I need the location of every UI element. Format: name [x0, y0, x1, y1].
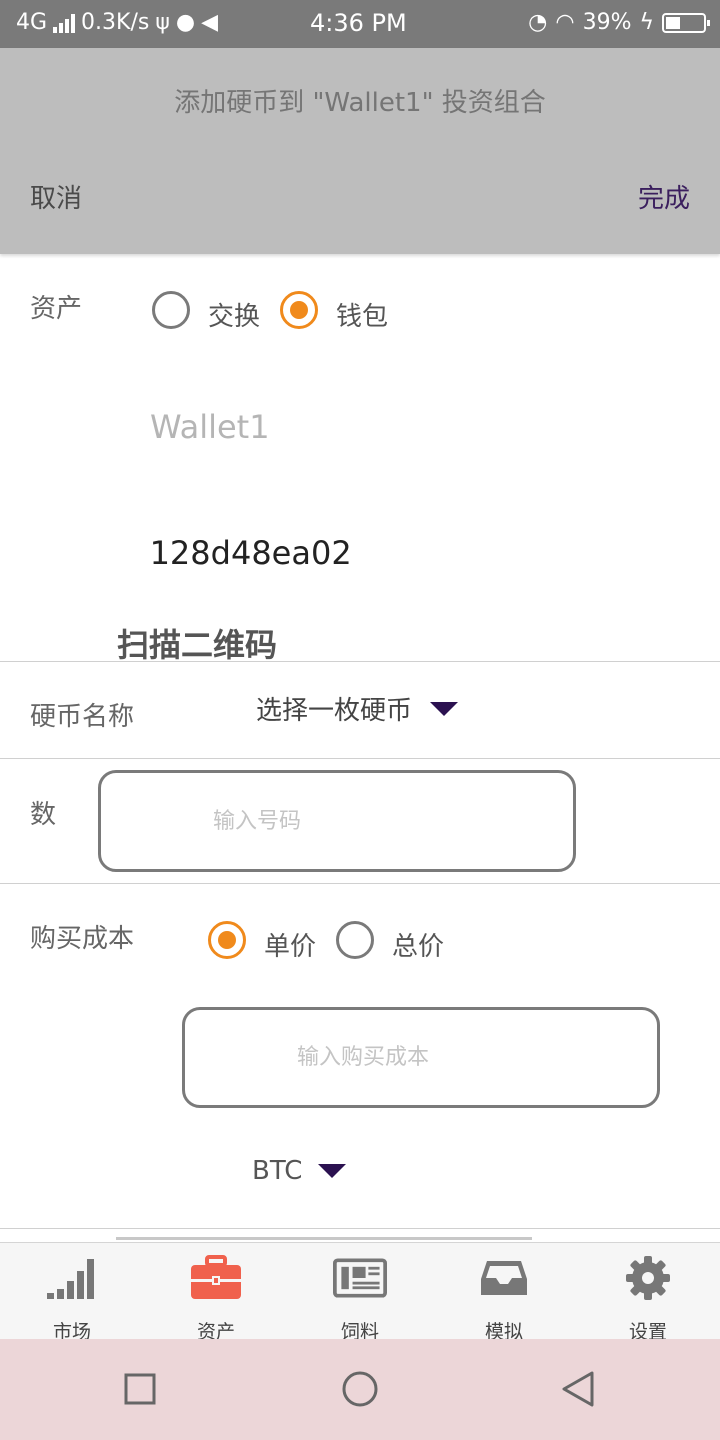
charging-icon: ϟ: [639, 10, 654, 35]
scan-qr-button[interactable]: 扫描二维码: [117, 620, 277, 666]
radio-exchange-label: 交换: [208, 302, 261, 332]
coin-name-label: 硬币名称: [30, 702, 135, 732]
currency-label: BTC: [252, 1156, 303, 1186]
newspaper-icon: [333, 1255, 387, 1301]
back-triangle-icon: [562, 1371, 594, 1407]
back-button[interactable]: [558, 1369, 598, 1409]
cell-signal-icon: [53, 13, 76, 33]
amount-input-box[interactable]: [98, 770, 576, 872]
coin-select-dropdown[interactable]: 选择一枚硬币: [256, 690, 459, 727]
battery-percent: 39%: [582, 10, 632, 35]
coin-select-label: 选择一枚硬币: [256, 696, 413, 726]
wallet-address-text: 0x4a8f2e5d9c128d48ea02: [150, 534, 352, 572]
cost-input-box[interactable]: [182, 1007, 660, 1108]
circle-icon: [342, 1371, 378, 1407]
signal-bars-icon: [45, 1255, 99, 1301]
status-bar-left: 4G 0.3K/s ψ ● ◀: [16, 10, 218, 35]
cost-label: 购买成本: [30, 924, 135, 954]
chevron-down-icon: [318, 1164, 347, 1178]
status-bar: 4G 0.3K/s ψ ● ◀ 4:36 PM ◔ ◠ 39% ϟ: [0, 0, 720, 48]
usb-icon: ψ: [155, 10, 170, 35]
radio-total-price[interactable]: [336, 921, 374, 959]
bottom-tab-bar: 市场 资产 饲料 模拟 设置: [0, 1242, 720, 1343]
divider: [0, 883, 720, 884]
notification-off-icon: ◔: [528, 10, 548, 35]
wallet-name-input[interactable]: Wallet1: [150, 408, 270, 446]
square-icon: [124, 1373, 156, 1405]
home-button[interactable]: [340, 1369, 380, 1409]
radio-total-price-label: 总价: [392, 932, 445, 962]
amount-input[interactable]: [101, 808, 573, 834]
muted-speaker-icon: ◀: [201, 10, 218, 35]
done-button[interactable]: 完成: [638, 178, 690, 215]
radio-wallet[interactable]: [280, 291, 318, 329]
wifi-icon: ◠: [555, 10, 575, 35]
tab-assets[interactable]: 资产: [144, 1243, 288, 1343]
gear-icon: [621, 1255, 675, 1301]
tab-simulate[interactable]: 模拟: [432, 1243, 576, 1343]
tab-feed[interactable]: 饲料: [288, 1243, 432, 1343]
chevron-down-icon: [430, 701, 459, 716]
tab-settings[interactable]: 设置: [576, 1243, 720, 1343]
briefcase-icon: [189, 1255, 243, 1301]
scroll-indicator: [116, 1237, 532, 1240]
cancel-button[interactable]: 取消: [30, 178, 82, 215]
message-icon: ●: [175, 10, 196, 35]
divider: [0, 661, 720, 662]
wallet-address-input[interactable]: 0x4a8f2e5d9c128d48ea02: [150, 534, 650, 572]
divider: [0, 758, 720, 759]
asset-label: 资产: [30, 294, 83, 324]
radio-unit-price-label: 单价: [264, 932, 317, 962]
network-speed: 0.3K/s: [81, 10, 150, 35]
cost-input[interactable]: [185, 1045, 657, 1070]
tab-market[interactable]: 市场: [0, 1243, 144, 1343]
amount-label: 数: [30, 800, 57, 830]
dialog-header: 添加硬币到 "Wallet1" 投资组合 取消 完成: [0, 48, 720, 254]
radio-unit-price[interactable]: [208, 921, 246, 959]
network-type: 4G: [16, 10, 48, 35]
system-nav-bar: [0, 1339, 720, 1440]
divider: [0, 1228, 720, 1229]
status-bar-right: ◔ ◠ 39% ϟ: [528, 10, 710, 35]
currency-dropdown[interactable]: BTC: [252, 1156, 347, 1186]
page-title: 添加硬币到 "Wallet1" 投资组合: [174, 88, 546, 118]
inbox-tray-icon: [477, 1255, 531, 1301]
recent-apps-button[interactable]: [120, 1369, 160, 1409]
radio-wallet-label: 钱包: [336, 302, 389, 332]
battery-icon: [662, 12, 710, 33]
radio-exchange[interactable]: [152, 291, 190, 329]
status-time: 4:36 PM: [310, 9, 407, 37]
